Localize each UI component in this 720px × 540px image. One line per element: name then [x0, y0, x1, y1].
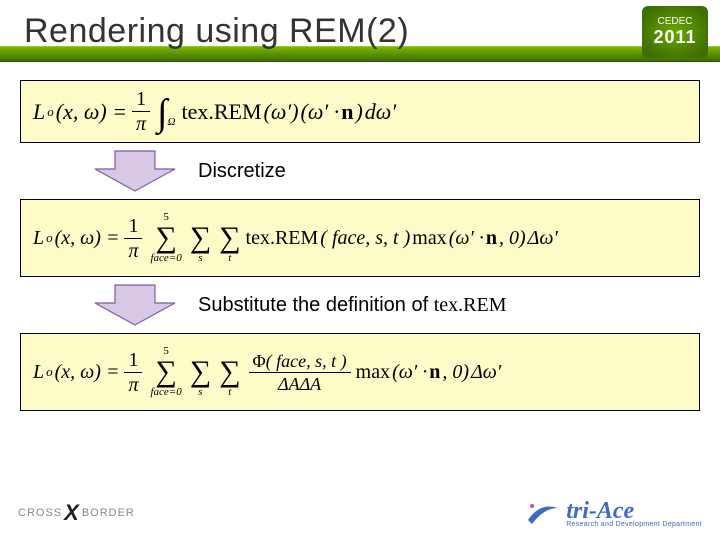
slide-header: Rendering using REM(2) CEDEC 2011 — [0, 0, 720, 62]
tri-ace-logo: tri-Ace Research and Development Departm… — [526, 498, 702, 528]
down-arrow-icon — [90, 283, 180, 327]
equation-2: Lo (x, ω) = 1 π 5∑face=0 ∑s ∑t tex.REM( … — [33, 212, 558, 264]
cedec-badge: CEDEC 2011 — [642, 6, 708, 58]
arrow-row-2: Substitute the definition of tex.REM — [90, 283, 700, 327]
page-title: Rendering using REM(2) — [24, 12, 409, 51]
equation-1: Lo (x, ω) = 1 π ∫Ω tex.REM (ω′) (ω′ · n)… — [33, 89, 396, 134]
slide-content: Lo (x, ω) = 1 π ∫Ω tex.REM (ω′) (ω′ · n)… — [0, 62, 720, 411]
x-icon: X — [64, 500, 80, 526]
equation-box-3: Lo (x, ω) = 1 π 5∑face=0 ∑s ∑t Φ( face, … — [20, 333, 700, 411]
badge-label: CEDEC — [657, 16, 692, 27]
badge-year: 2011 — [653, 27, 696, 48]
arrow-row-1: Discretize — [90, 149, 700, 193]
equation-box-2: Lo (x, ω) = 1 π 5∑face=0 ∑s ∑t tex.REM( … — [20, 199, 700, 277]
down-arrow-icon — [90, 149, 180, 193]
arrow-label-substitute: Substitute the definition of tex.REM — [198, 294, 507, 317]
equation-box-1: Lo (x, ω) = 1 π ∫Ω tex.REM (ω′) (ω′ · n)… — [20, 80, 700, 143]
equation-3: Lo (x, ω) = 1 π 5∑face=0 ∑s ∑t Φ( face, … — [33, 346, 501, 398]
tri-ace-subtitle: Research and Development Department — [566, 521, 702, 528]
cross-border-logo: CROSS X BORDER — [18, 500, 135, 526]
arrow-label-discretize: Discretize — [198, 160, 286, 183]
slide-footer: CROSS X BORDER tri-Ace Research and Deve… — [0, 492, 720, 534]
swoosh-icon — [526, 498, 560, 528]
